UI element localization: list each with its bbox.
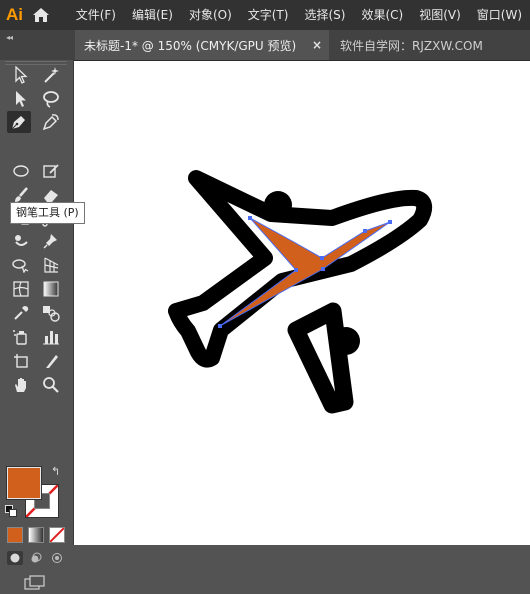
pin-tool[interactable] (39, 230, 63, 252)
tab-active-label: 未标题-1* @ 150% (CMYK/GPU 预览) (84, 38, 297, 53)
tab-document-inactive[interactable]: 软件自学网：RJZXW.COM (330, 30, 530, 60)
swap-fill-stroke-icon[interactable]: ↰ (51, 465, 60, 478)
menu-select[interactable]: 选择(S) (296, 0, 353, 30)
pen-tool[interactable] (7, 111, 31, 133)
artboard-canvas[interactable] (74, 61, 530, 545)
airplane-lower-wing (287, 302, 354, 414)
home-button[interactable] (31, 3, 52, 27)
draw-behind-icon (31, 552, 42, 563)
screen-mode-icon (24, 575, 45, 590)
gradient-icon (43, 281, 59, 297)
tools-panel: 钢笔工具 (P) ↰ (0, 60, 85, 590)
anchor-point[interactable] (363, 229, 367, 233)
menu-window[interactable]: 窗口(W) (469, 0, 530, 30)
menu-bar: Ai 文件(F) 编辑(E) 对象(O) 文字(T) 选择(S) 效果(C) 视… (0, 0, 530, 30)
collapse-toolbar-icon[interactable]: ◂◂ (6, 33, 13, 42)
anchor-point[interactable] (294, 268, 298, 272)
close-icon[interactable]: × (312, 38, 322, 52)
anchor-point[interactable] (248, 216, 252, 220)
eyedropper-icon (14, 306, 29, 320)
ellipse-tool[interactable] (9, 160, 33, 182)
symbol-sprayer-icon (13, 330, 27, 345)
draw-inside-button[interactable] (49, 551, 65, 565)
puppet-warp-tool[interactable] (9, 230, 33, 252)
blend-tool[interactable] (39, 302, 63, 324)
zoom-tool[interactable] (39, 374, 63, 396)
column-graph-icon (43, 331, 59, 345)
tab-inactive-label: 软件自学网：RJZXW.COM (340, 38, 483, 53)
none-mode-button[interactable] (49, 527, 65, 543)
artboard-icon (14, 354, 28, 368)
mesh-tool[interactable] (9, 278, 33, 300)
zoom-icon (43, 377, 59, 393)
lasso-icon (43, 91, 59, 108)
pen-tool-icon (11, 116, 25, 130)
perspective-grid-tool[interactable] (39, 254, 63, 276)
symbol-sprayer-tool[interactable] (9, 326, 33, 348)
gradient-mode-button[interactable] (28, 527, 44, 543)
draw-behind-button[interactable] (28, 551, 44, 565)
menu-type[interactable]: 文字(T) (240, 0, 297, 30)
direct-selection-tool[interactable] (9, 88, 33, 110)
slice-icon (46, 355, 58, 368)
blend-icon (43, 306, 60, 322)
shape-builder-icon (12, 259, 29, 273)
perspective-grid-icon (44, 257, 59, 273)
airplane-artwork[interactable] (74, 61, 530, 545)
draw-normal-button[interactable] (7, 551, 23, 565)
shaper-icon (43, 164, 59, 178)
eyedropper-tool[interactable] (9, 302, 33, 324)
puppet-warp-icon (15, 235, 28, 246)
shaper-tool[interactable] (39, 160, 63, 182)
magic-wand-tool[interactable] (39, 64, 63, 86)
pen-tool-tooltip: 钢笔工具 (P) (10, 202, 85, 224)
home-icon (33, 8, 50, 22)
fill-color-swatch[interactable] (7, 467, 41, 499)
draw-normal-icon (10, 553, 20, 563)
anchor-point[interactable] (218, 324, 222, 328)
menu-object[interactable]: 对象(O) (181, 0, 240, 30)
pin-icon (43, 234, 57, 249)
app-logo: Ai (6, 5, 23, 24)
default-fill-stroke-icon[interactable] (5, 505, 17, 520)
menu-view[interactable]: 视图(V) (411, 0, 469, 30)
column-graph-tool[interactable] (39, 326, 63, 348)
menu-file[interactable]: 文件(F) (68, 0, 124, 30)
menu-effect[interactable]: 效果(C) (353, 0, 411, 30)
anchor-point[interactable] (388, 220, 392, 224)
mesh-icon (13, 281, 29, 297)
none-slash-icon (50, 528, 64, 542)
direct-selection-tool-icon (16, 91, 26, 107)
document-tab-bar: ◂◂ 未标题-1* @ 150% (CMYK/GPU 预览) × 软件自学网：R… (0, 30, 530, 61)
lasso-tool[interactable] (39, 88, 63, 110)
main-menu: 文件(F) 编辑(E) 对象(O) 文字(T) 选择(S) 效果(C) 视图(V… (68, 0, 530, 30)
hand-icon (15, 378, 26, 392)
draw-inside-icon (52, 553, 62, 563)
selection-tool-icon (15, 66, 28, 84)
screen-mode-button[interactable] (24, 575, 46, 594)
curvature-tool-icon (42, 114, 59, 131)
curvature-tool[interactable] (39, 111, 63, 133)
artboard-tool[interactable] (9, 350, 33, 372)
slice-tool[interactable] (39, 350, 63, 372)
color-mode-button[interactable] (7, 527, 23, 543)
magic-wand-icon (44, 67, 59, 83)
menu-edit[interactable]: 编辑(E) (124, 0, 181, 30)
eraser-icon (44, 190, 58, 202)
gradient-tool[interactable] (39, 278, 63, 300)
shape-builder-tool[interactable] (9, 254, 33, 276)
anchor-point[interactable] (320, 256, 324, 260)
anchor-point[interactable] (321, 267, 325, 271)
selection-tool[interactable] (9, 64, 33, 86)
hand-tool[interactable] (9, 374, 33, 396)
ellipse-icon (13, 165, 29, 177)
tab-document-active[interactable]: 未标题-1* @ 150% (CMYK/GPU 预览) × (75, 30, 329, 60)
